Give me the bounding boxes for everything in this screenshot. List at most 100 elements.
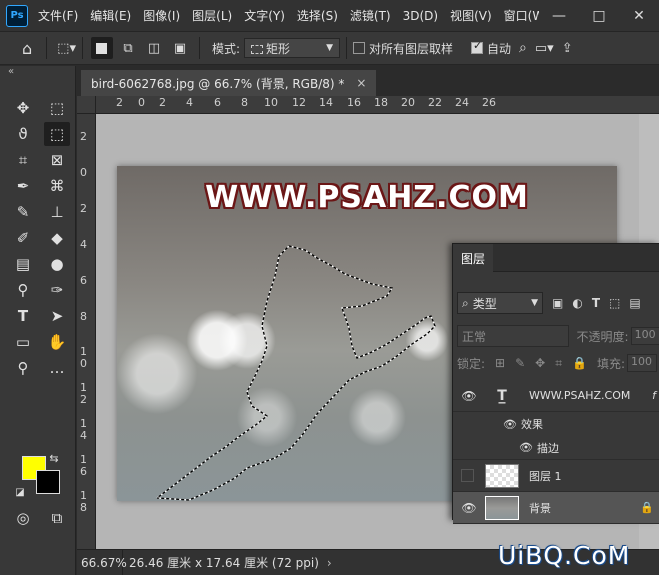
close-tab-icon[interactable]: × xyxy=(356,76,366,90)
share-icon[interactable]: ⇪ xyxy=(562,41,573,56)
smart-object-filter-icon[interactable]: ▤ xyxy=(629,296,640,310)
home-icon[interactable]: ⌂ xyxy=(22,39,32,58)
fill-label: 填充: xyxy=(596,356,625,371)
stamp-tool-icon[interactable]: ⊥ xyxy=(44,200,70,224)
menu-3d[interactable]: 3D(D) xyxy=(403,9,438,23)
ruler-label: 8 xyxy=(80,310,87,323)
close-button[interactable]: ✕ xyxy=(619,8,659,24)
hand-tool-icon[interactable]: ✋ xyxy=(44,330,70,354)
sample-all-layers-label: 对所有图层取样 xyxy=(369,41,454,56)
chevron-down-icon: ▼ xyxy=(531,298,538,308)
pen-tool-icon[interactable]: ✑ xyxy=(44,278,70,302)
minimize-button[interactable]: — xyxy=(539,8,579,24)
separator xyxy=(81,37,83,59)
default-colors-icon[interactable]: ◪ xyxy=(14,486,26,498)
adjustment-filter-icon[interactable]: ◐ xyxy=(572,296,582,310)
layer-row-text[interactable]: 👁 T̲ WWW.PSAHZ.COM f xyxy=(453,380,659,412)
workspace-icon[interactable]: ▭▾ xyxy=(535,41,554,56)
status-menu-arrow[interactable]: › xyxy=(327,556,332,570)
fx-icon[interactable]: f xyxy=(652,389,656,402)
site-watermark: UiBQ.CoM xyxy=(498,541,631,570)
frame-tool-icon[interactable]: ⊠ xyxy=(44,148,70,172)
shape-filter-icon[interactable]: ⬚ xyxy=(609,296,620,310)
visibility-toggle[interactable] xyxy=(461,469,474,482)
zoom-level[interactable]: 66.67% xyxy=(77,550,127,575)
mode-select[interactable]: 矩形 ▼ xyxy=(244,38,341,58)
menu-select[interactable]: 选择(S) xyxy=(297,7,338,24)
rectangle-tool-icon[interactable]: ▭ xyxy=(10,330,36,354)
lock-all-icon[interactable]: 🔒 xyxy=(572,356,587,370)
collapse-icon[interactable]: « xyxy=(8,66,14,77)
sample-all-layers-checkbox[interactable] xyxy=(353,42,366,54)
vertical-ruler[interactable]: 2 0 2 4 6 8 1 0 1 2 1 4 1 6 1 8 xyxy=(77,114,96,549)
object-selection-tool-icon[interactable]: ⬚ xyxy=(44,122,70,146)
swap-colors-icon[interactable]: ⇆ xyxy=(46,450,62,466)
lock-icon[interactable]: 🔒 xyxy=(640,501,654,514)
fill-input[interactable]: 100 xyxy=(627,354,657,372)
layer-row-background[interactable]: 👁 背景 🔒 xyxy=(453,492,659,524)
eye-icon[interactable]: 👁 xyxy=(461,501,477,515)
move-tool-icon[interactable]: ✥ xyxy=(10,96,36,120)
layer-row-stroke[interactable]: 👁 描边 xyxy=(453,436,659,460)
quick-mask-icon[interactable]: ◎ xyxy=(10,506,36,530)
add-selection-button[interactable]: ⧉ xyxy=(117,37,139,59)
lock-image-icon[interactable]: ✎ xyxy=(515,356,525,370)
maximize-button[interactable]: □ xyxy=(579,8,619,24)
blur-tool-icon[interactable]: ● xyxy=(44,252,70,276)
path-selection-tool-icon[interactable]: ➤ xyxy=(44,304,70,328)
menu-edit[interactable]: 编辑(E) xyxy=(90,7,131,24)
spot-healing-tool-icon[interactable]: ⌘ xyxy=(44,174,70,198)
opacity-input[interactable]: 100 xyxy=(630,327,659,345)
dodge-tool-icon[interactable]: ⚲ xyxy=(10,278,36,302)
ruler-label: 22 xyxy=(428,96,442,109)
background-color-swatch[interactable] xyxy=(36,470,60,494)
search-icon[interactable]: ⌕ xyxy=(519,40,527,56)
menu-layer[interactable]: 图层(L) xyxy=(192,7,232,24)
layer-row-effects[interactable]: 👁 效果 xyxy=(453,412,659,436)
layers-panel: 图层 ⌕ 类型 ▼ ▣ ◐ T ⬚ ▤ 正常 不透明度: 100 锁定: ⊞ ✎… xyxy=(452,243,659,524)
horizontal-ruler[interactable]: 2 0 2 4 6 8 10 12 14 16 18 20 22 24 26 xyxy=(96,96,659,114)
photoshop-logo: Ps xyxy=(6,4,28,27)
zoom-tool-icon[interactable]: ⚲ xyxy=(10,356,36,380)
type-tool-icon[interactable]: T xyxy=(10,304,36,328)
layer-row-layer1[interactable]: 图层 1 xyxy=(453,460,659,492)
ruler-label: 1 2 xyxy=(80,381,87,406)
lock-position-icon[interactable]: ✥ xyxy=(535,356,545,370)
tool-preset-icon[interactable]: ⬚▾ xyxy=(57,41,76,56)
menu-image[interactable]: 图像(I) xyxy=(143,7,180,24)
eye-icon[interactable]: 👁 xyxy=(503,418,517,431)
menu-file[interactable]: 文件(F) xyxy=(38,7,78,24)
brush-tool-icon[interactable]: ✎ xyxy=(10,200,36,224)
layers-tab[interactable]: 图层 xyxy=(453,244,494,272)
menu-view[interactable]: 视图(V) xyxy=(450,7,492,24)
menu-type[interactable]: 文字(Y) xyxy=(244,7,285,24)
more-tools-icon[interactable]: … xyxy=(44,356,70,380)
eyedropper-tool-icon[interactable]: ✒ xyxy=(10,174,36,198)
crop-tool-icon[interactable]: ⌗ xyxy=(10,148,36,172)
ruler-label: 2 xyxy=(116,96,123,109)
menu-filter[interactable]: 滤镜(T) xyxy=(350,7,391,24)
auto-enhance-checkbox[interactable] xyxy=(471,39,484,54)
lock-artboard-icon[interactable]: ⌗ xyxy=(555,356,562,371)
blend-mode-select[interactable]: 正常 xyxy=(457,325,569,347)
marquee-tool-icon[interactable]: ⬚ xyxy=(44,96,70,120)
history-brush-icon[interactable]: ✐ xyxy=(10,226,36,250)
image-filter-icon[interactable]: ▣ xyxy=(552,296,563,310)
ruler-label: 1 0 xyxy=(80,345,87,370)
screen-mode-icon[interactable]: ⧉ xyxy=(44,506,70,530)
type-filter-icon[interactable]: T xyxy=(592,296,600,310)
intersect-selection-button[interactable]: ▣ xyxy=(169,37,191,59)
subtract-selection-button[interactable]: ◫ xyxy=(143,37,165,59)
eye-icon[interactable]: 👁 xyxy=(519,441,533,454)
ruler-label: 8 xyxy=(241,96,248,109)
eraser-tool-icon[interactable]: ◆ xyxy=(44,226,70,250)
filter-kind-value: 类型 xyxy=(472,296,497,311)
eye-icon[interactable]: 👁 xyxy=(461,389,477,403)
layer-filter-select[interactable]: ⌕ 类型 ▼ xyxy=(457,292,543,314)
text-layer-thumbnail-icon: T̲ xyxy=(497,387,507,404)
lock-transparent-icon[interactable]: ⊞ xyxy=(495,356,505,370)
new-selection-button[interactable] xyxy=(90,37,113,59)
gradient-tool-icon[interactable]: ▤ xyxy=(10,252,36,276)
document-tab[interactable]: bird-6062768.jpg @ 66.7% (背景, RGB/8) * × xyxy=(81,70,377,96)
lasso-tool-icon[interactable]: ϑ xyxy=(10,122,36,146)
